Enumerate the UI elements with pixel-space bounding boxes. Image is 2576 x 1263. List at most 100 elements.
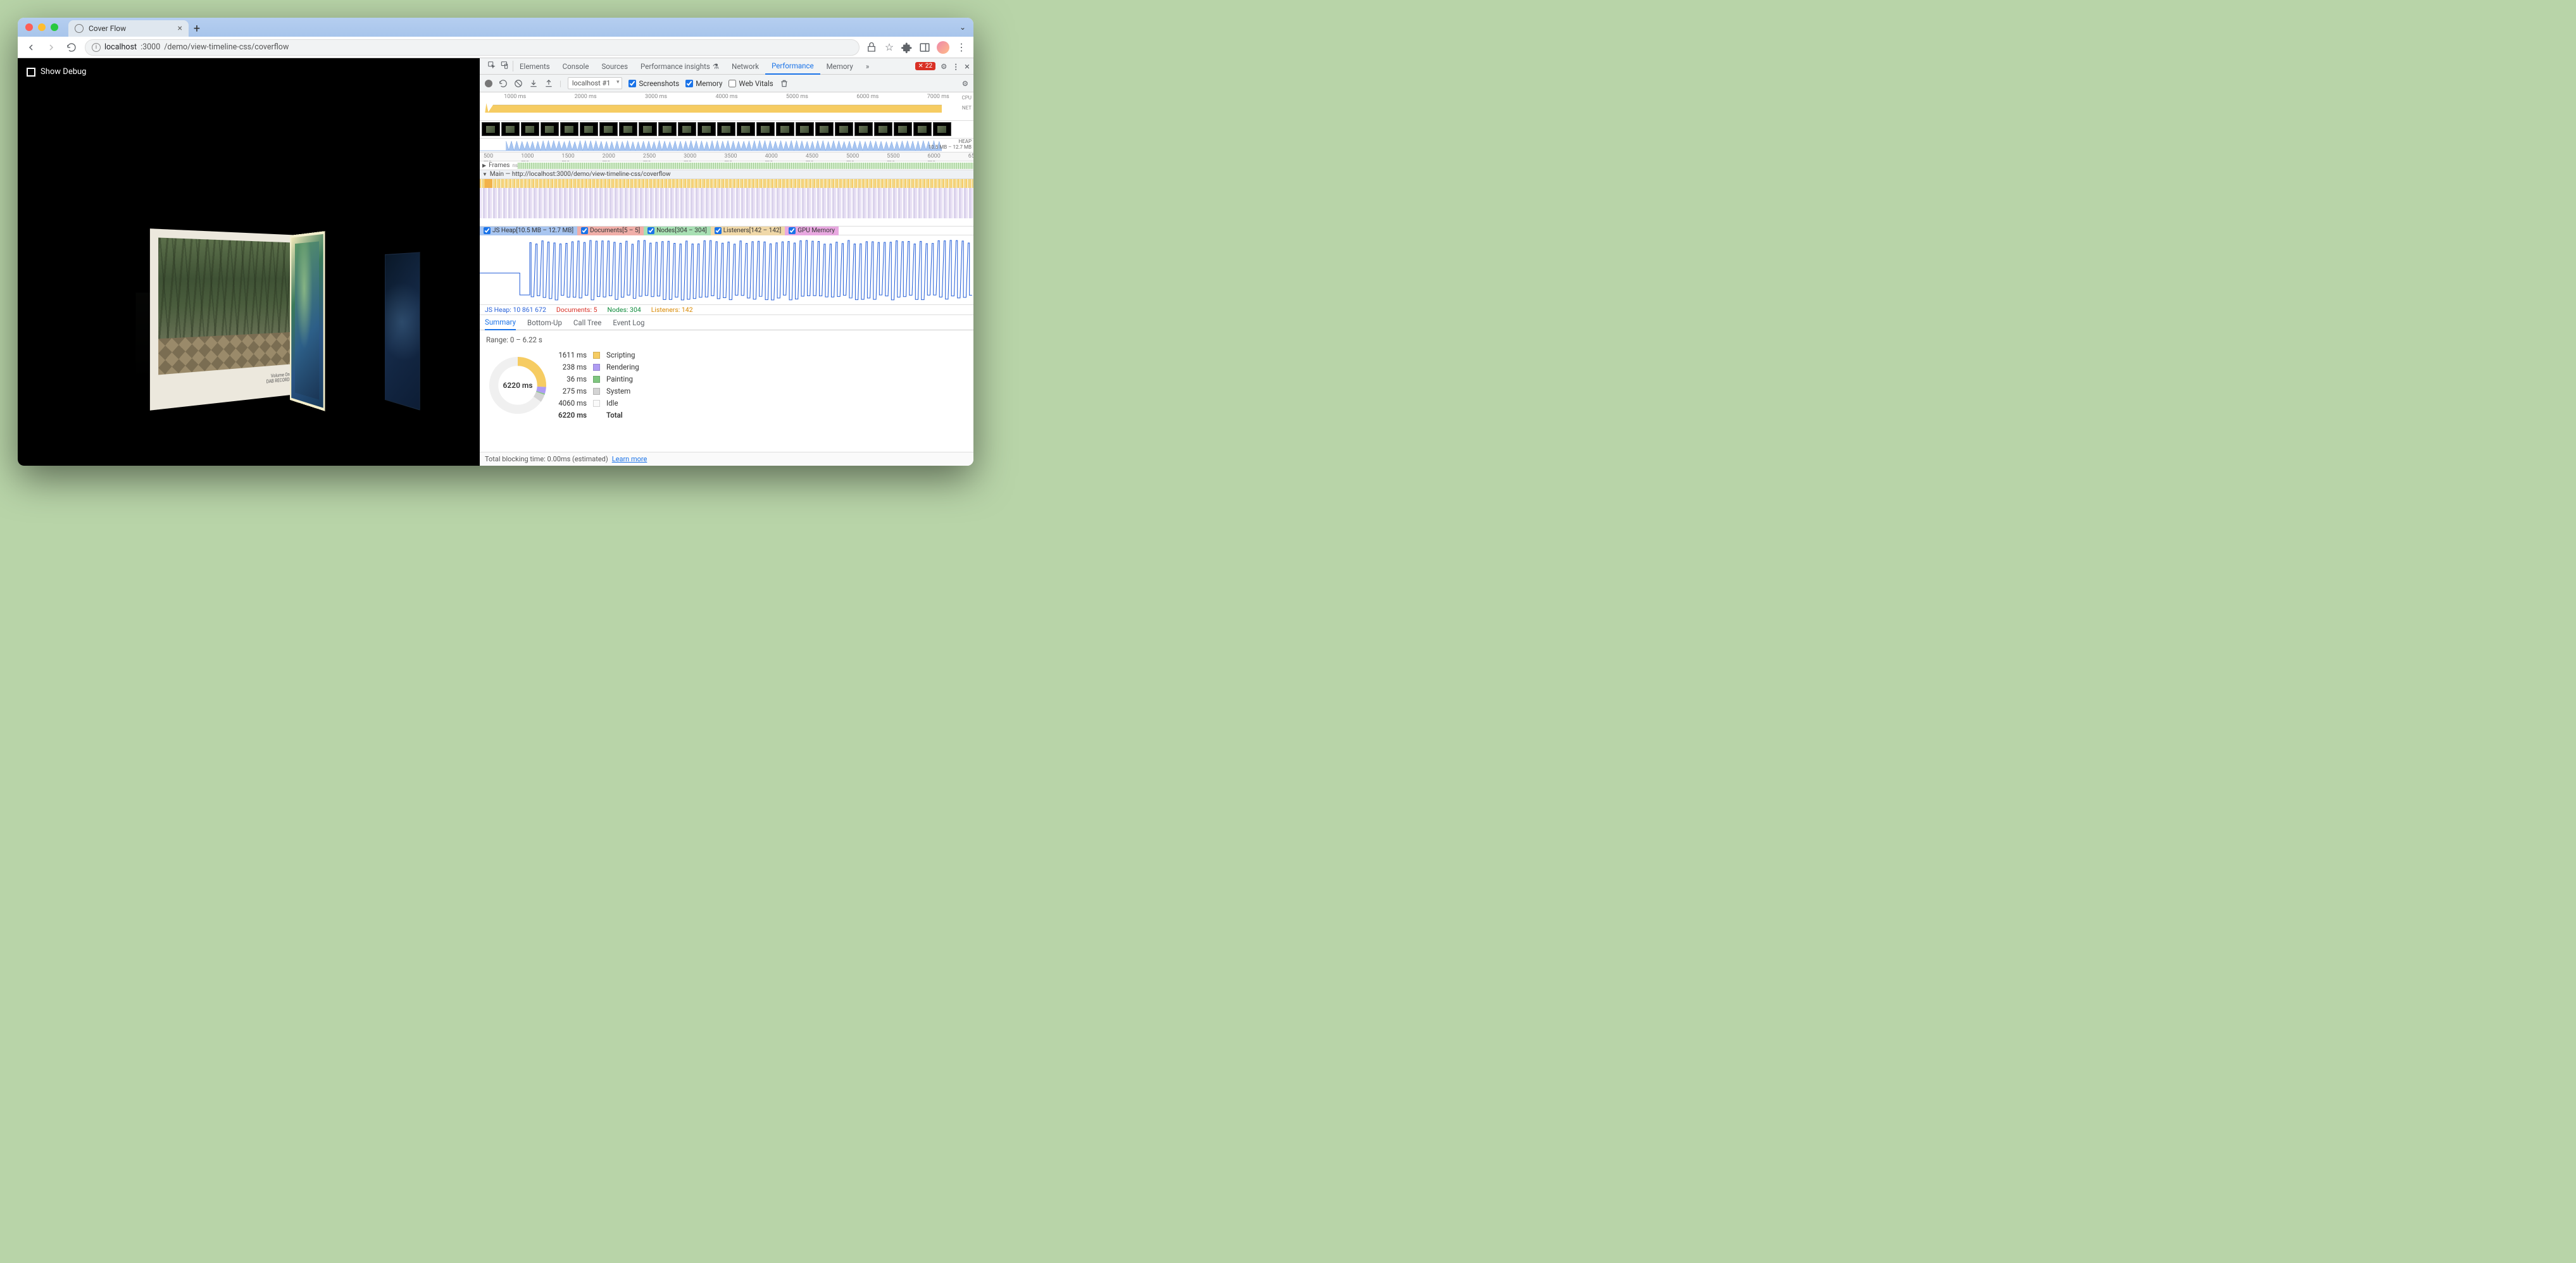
screenshots-checkbox[interactable]: Screenshots: [628, 79, 679, 88]
tab-performance[interactable]: Performance: [765, 58, 820, 75]
screenshot-thumb[interactable]: [874, 122, 892, 136]
frames-track[interactable]: ▶ Frames ns: [480, 161, 973, 170]
counter-documents[interactable]: Documents[5 – 5]: [577, 227, 644, 235]
subtab-event-log[interactable]: Event Log: [613, 315, 644, 330]
screenshot-thumb[interactable]: [560, 122, 578, 136]
browser-tab[interactable]: Cover Flow ×: [68, 20, 189, 37]
reload-record-icon[interactable]: [499, 79, 508, 88]
bookmark-star-icon[interactable]: ☆: [884, 42, 895, 53]
main-track-header[interactable]: ▼ Main — http://localhost:3000/demo/view…: [480, 170, 973, 179]
screenshot-thumb[interactable]: [639, 122, 657, 136]
share-icon[interactable]: [866, 42, 877, 53]
screenshot-thumb[interactable]: [619, 122, 637, 136]
tab-memory[interactable]: Memory: [820, 58, 860, 75]
load-profile-icon[interactable]: [529, 79, 538, 88]
screenshots-filmstrip[interactable]: [480, 121, 973, 139]
cover-next-2[interactable]: [385, 252, 420, 410]
tabs-dropdown-icon[interactable]: ⌄: [960, 23, 966, 32]
donut-total: 6220 ms: [486, 354, 549, 417]
screenshot-thumb[interactable]: [835, 122, 853, 136]
screenshot-thumb[interactable]: [580, 122, 598, 136]
screenshot-thumb[interactable]: [737, 122, 755, 136]
screenshot-thumb[interactable]: [796, 122, 814, 136]
frames-bars: [518, 163, 973, 169]
target-select[interactable]: localhost #1: [568, 77, 623, 89]
show-debug-checkbox[interactable]: Show Debug: [27, 67, 86, 77]
clear-icon[interactable]: [514, 79, 523, 88]
screenshot-thumb[interactable]: [913, 122, 932, 136]
subtab-call-tree[interactable]: Call Tree: [573, 315, 601, 330]
counter-nodes[interactable]: Nodes[304 – 304]: [644, 227, 711, 235]
cover-front[interactable]: Volume One DAB RECORDS: [150, 228, 303, 410]
screenshot-thumb[interactable]: [894, 122, 912, 136]
counter-gpu[interactable]: GPU Memory: [785, 227, 839, 235]
screenshot-thumb[interactable]: [854, 122, 873, 136]
counter-listeners[interactable]: Listeners[142 – 142]: [711, 227, 785, 235]
profile-avatar[interactable]: [937, 41, 949, 54]
counter-jsheap[interactable]: JS Heap[10.5 MB – 12.7 MB]: [480, 227, 577, 235]
screenshot-thumb[interactable]: [815, 122, 834, 136]
gc-trash-icon[interactable]: [780, 79, 789, 88]
sidepanel-icon[interactable]: [919, 42, 930, 53]
settings-gear-icon[interactable]: ⚙: [941, 62, 947, 71]
overview-timeline[interactable]: 1000 ms2000 ms3000 ms4000 ms5000 ms6000 …: [480, 92, 973, 121]
tab-elements[interactable]: Elements: [513, 58, 556, 75]
save-profile-icon[interactable]: [544, 79, 553, 88]
extensions-icon[interactable]: [901, 42, 913, 53]
devtools-tabs: Elements Console Sources Performance ins…: [480, 58, 973, 75]
heap-chart[interactable]: [480, 235, 973, 305]
screenshot-thumb[interactable]: [482, 122, 500, 136]
maximize-window-button[interactable]: [51, 23, 58, 31]
tab-console[interactable]: Console: [556, 58, 596, 75]
forward-button[interactable]: [44, 40, 58, 54]
error-count-badge[interactable]: ✕22: [915, 62, 936, 70]
subtab-summary[interactable]: Summary: [485, 315, 516, 330]
reload-button[interactable]: [65, 40, 78, 54]
close-devtools-icon[interactable]: ×: [965, 61, 970, 72]
omnibox[interactable]: i localhost:3000/demo/view-timeline-css/…: [85, 39, 860, 56]
screenshot-thumb[interactable]: [697, 122, 716, 136]
browser-window: Cover Flow × + ⌄ i localhost:3000/demo/v…: [18, 18, 973, 466]
screenshot-thumb[interactable]: [521, 122, 539, 136]
device-toolbar-icon[interactable]: [500, 61, 509, 72]
screenshot-thumb[interactable]: [501, 122, 520, 136]
close-tab-icon[interactable]: ×: [178, 23, 182, 34]
summary-pane: Range: 0 – 6.22 s 6220 ms 1611 ms: [480, 330, 973, 452]
summary-legend: 1611 msScripting 238 msRendering 36 msPa…: [558, 351, 639, 420]
cover-next-1[interactable]: [290, 231, 325, 411]
screenshot-thumb[interactable]: [933, 122, 951, 136]
album-label: Volume One DAB RECORDS: [266, 371, 292, 384]
learn-more-link[interactable]: Learn more: [612, 455, 647, 463]
expand-triangle-icon[interactable]: ▶: [482, 163, 486, 168]
flame-chart[interactable]: [480, 179, 973, 227]
screenshot-thumb[interactable]: [541, 122, 559, 136]
subtab-bottom-up[interactable]: Bottom-Up: [527, 315, 562, 330]
memory-checkbox[interactable]: Memory: [685, 79, 722, 88]
screenshot-thumb[interactable]: [717, 122, 735, 136]
coverflow[interactable]: Volume One DAB RECORDS: [18, 185, 480, 425]
screenshot-thumb[interactable]: [658, 122, 677, 136]
collapse-triangle-icon[interactable]: ▼: [482, 171, 487, 177]
new-tab-button[interactable]: +: [189, 20, 205, 37]
screenshot-thumb[interactable]: [756, 122, 775, 136]
minimize-window-button[interactable]: [38, 23, 46, 31]
screenshot-thumb[interactable]: [678, 122, 696, 136]
tab-sources[interactable]: Sources: [595, 58, 634, 75]
capture-settings-gear-icon[interactable]: ⚙: [962, 79, 968, 88]
devtools-menu-icon[interactable]: ⋮: [952, 62, 960, 71]
titlebar: Cover Flow × + ⌄: [18, 18, 973, 37]
screenshot-thumb[interactable]: [599, 122, 618, 136]
screenshot-thumb[interactable]: [776, 122, 794, 136]
tab-overflow[interactable]: »: [860, 58, 875, 75]
close-window-button[interactable]: [25, 23, 33, 31]
overview-heap[interactable]: HEAP10.5 MB – 12.7 MB: [480, 139, 973, 152]
back-button[interactable]: [24, 40, 38, 54]
tab-perf-insights[interactable]: Performance insights ⚗: [634, 58, 725, 75]
inspect-element-icon[interactable]: [487, 61, 496, 72]
swatch-idle: [593, 400, 600, 407]
browser-menu-icon[interactable]: ⋮: [956, 42, 967, 53]
webvitals-checkbox[interactable]: Web Vitals: [728, 79, 773, 88]
record-button[interactable]: [485, 80, 492, 87]
tab-network[interactable]: Network: [725, 58, 765, 75]
site-info-icon[interactable]: i: [92, 43, 101, 52]
